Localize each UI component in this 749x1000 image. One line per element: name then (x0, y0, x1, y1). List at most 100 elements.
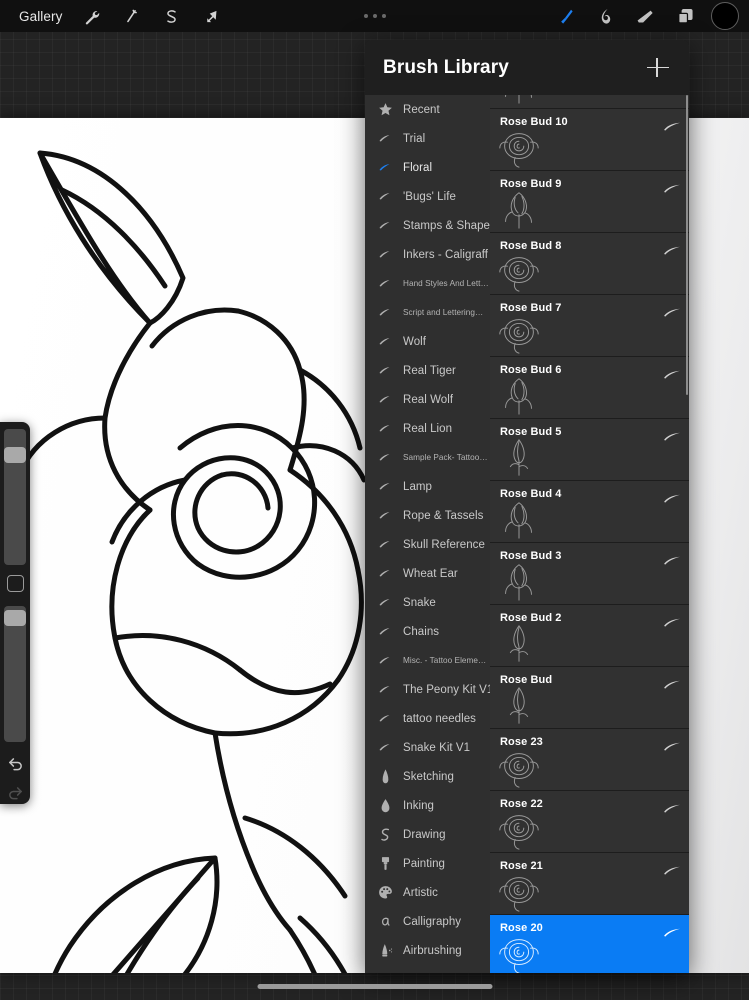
top-toolbar: Gallery (0, 0, 749, 32)
brush-set-label: Snake (403, 596, 436, 609)
brush-set-item-the-peony-kit-v1[interactable]: The Peony Kit V1 (365, 675, 490, 704)
brush-set-item-real-tiger[interactable]: Real Tiger (365, 356, 490, 385)
toolbar-left-group: Gallery (0, 1, 231, 31)
brush-preview-stroke-icon (663, 180, 681, 193)
brush-item[interactable]: Rose Bud 6 (490, 357, 689, 419)
brush-item[interactable]: Rose Bud 5 (490, 419, 689, 481)
brush-name: Rose 20 (500, 922, 543, 934)
brush-set-item-artistic[interactable]: Artistic (365, 878, 490, 907)
brush-set-item-bugs-life[interactable]: 'Bugs' Life (365, 182, 490, 211)
brush-set-item-inkers-caligraff[interactable]: Inkers - Caligraff (365, 240, 490, 269)
brushstroke-icon (375, 652, 395, 669)
brush-set-item-script-and-lettering[interactable]: Script and Lettering… (365, 298, 490, 327)
brush-item[interactable]: Rose Bud 3 (490, 543, 689, 605)
brush-item[interactable]: Rose Bud (490, 667, 689, 729)
brush-list-scrollbar[interactable] (686, 95, 688, 395)
brush-item[interactable]: Rose Bud 4 (490, 481, 689, 543)
brush-name: Rose Bud 9 (500, 178, 562, 190)
brush-set-item-painting[interactable]: Painting (365, 849, 490, 878)
brush-preview-stroke-icon (663, 738, 681, 751)
brush-set-item-wheat-ear[interactable]: Wheat Ear (365, 559, 490, 588)
brush-set-label: Hand Styles And Lett… (403, 279, 489, 288)
gallery-button[interactable]: Gallery (10, 6, 71, 27)
brush-set-item-snake[interactable]: Snake (365, 588, 490, 617)
brush-set-item-drawing[interactable]: Drawing (365, 820, 490, 849)
brush-preview-stroke-icon (663, 490, 681, 503)
magic-wand-adjustments-icon[interactable] (111, 1, 151, 31)
brush-set-list[interactable]: Recent Trial Floral 'Bugs' Life Stamps & Sha… (365, 95, 490, 973)
brush-item[interactable]: Rose Bud 7 (490, 295, 689, 357)
brushstroke-icon (375, 188, 395, 205)
brush-set-item-airbrushing[interactable]: Airbrushing (365, 936, 490, 965)
brush-set-label: Inking (403, 799, 434, 812)
brush-set-item-textures[interactable]: Textures (365, 965, 490, 973)
brush-set-item-snake-kit-v1[interactable]: Snake Kit V1 (365, 733, 490, 762)
brush-set-item-tattoo-needles[interactable]: tattoo needles (365, 704, 490, 733)
brushstroke-icon (375, 275, 395, 292)
brush-size-slider[interactable] (4, 429, 26, 565)
brush-opacity-slider[interactable] (4, 605, 26, 742)
brush-set-label: Sketching (403, 770, 454, 783)
selection-s-icon[interactable] (151, 1, 191, 31)
brush-set-item-skull-reference[interactable]: Skull Reference (365, 530, 490, 559)
brush-set-item-sample-pack-tattoo[interactable]: Sample Pack- Tattoo… (365, 443, 490, 472)
brush-set-label: Wolf (403, 335, 426, 348)
eraser-icon[interactable] (625, 1, 665, 31)
brush-set-item-lamp[interactable]: Lamp (365, 472, 490, 501)
brush-opacity-knob[interactable] (4, 609, 26, 626)
brush-size-knob[interactable] (4, 447, 26, 463)
brush-set-item-real-wolf[interactable]: Real Wolf (365, 385, 490, 414)
brush-thumbnail (496, 558, 542, 604)
add-brush-set-button[interactable] (645, 55, 671, 81)
brush-set-item-inking[interactable]: Inking (365, 791, 490, 820)
brush-set-label: Inkers - Caligraff (403, 248, 489, 261)
brush-set-item-real-lion[interactable]: Real Lion (365, 414, 490, 443)
brushstroke-icon (375, 362, 395, 379)
brush-set-label: Lamp (403, 480, 432, 493)
brush-item[interactable]: Rose Bud 2 (490, 605, 689, 667)
brush-set-item-trial[interactable]: Trial (365, 124, 490, 153)
paint-brush-flat-icon (375, 855, 395, 872)
wrench-actions-icon[interactable] (71, 1, 111, 31)
brush-set-item-rope-tassels[interactable]: Rope & Tassels (365, 501, 490, 530)
brushstroke-icon (375, 681, 395, 698)
brush-thumbnail (496, 496, 542, 542)
brush-item-partial[interactable] (490, 95, 689, 109)
brush-set-item-wolf[interactable]: Wolf (365, 327, 490, 356)
brush-set-item-stamps-shapes[interactable]: Stamps & Shapes (365, 211, 490, 240)
brush-set-label: Real Wolf (403, 393, 454, 406)
brush-set-item-hand-styles-and-lett[interactable]: Hand Styles And Lett… (365, 269, 490, 298)
modify-square-button[interactable] (6, 574, 24, 592)
brush-set-item-misc-tattoo-eleme[interactable]: Misc. - Tattoo Eleme… (365, 646, 490, 675)
brush-set-item-recent[interactable]: Recent (365, 95, 490, 124)
brush-item-list[interactable]: Rose Bud 10 Rose Bud 9 Rose Bud 8 Rose Bud … (490, 95, 689, 973)
paintbrush-icon[interactable] (545, 1, 585, 31)
brush-set-label: Calligraphy (403, 915, 462, 928)
layers-icon[interactable] (665, 1, 705, 31)
brush-preview-stroke-icon (663, 242, 681, 255)
redo-icon[interactable] (3, 779, 27, 804)
brush-item[interactable]: Rose 21 (490, 853, 689, 915)
brush-name: Rose Bud 6 (500, 364, 562, 376)
brush-item[interactable]: Rose Bud 8 (490, 233, 689, 295)
brush-set-label: Wheat Ear (403, 567, 458, 580)
smudge-icon[interactable] (585, 1, 625, 31)
brush-item[interactable]: Rose 20 (490, 915, 689, 973)
brush-item[interactable]: Rose Bud 10 (490, 109, 689, 171)
brush-item[interactable]: Rose Bud 9 (490, 171, 689, 233)
brush-thumbnail (496, 682, 542, 728)
undo-icon[interactable] (3, 750, 27, 775)
transform-arrow-icon[interactable] (191, 1, 231, 31)
brush-set-item-chains[interactable]: Chains (365, 617, 490, 646)
brush-set-label: Misc. - Tattoo Eleme… (403, 656, 487, 665)
brush-item[interactable]: Rose 23 (490, 729, 689, 791)
brush-set-item-sketching[interactable]: Sketching (365, 762, 490, 791)
brush-set-item-calligraphy[interactable]: Calligraphy (365, 907, 490, 936)
brush-library-header: Brush Library (365, 40, 689, 95)
brush-set-item-floral[interactable]: Floral (365, 153, 490, 182)
brushstroke-icon (375, 594, 395, 611)
brush-item[interactable]: Rose 22 (490, 791, 689, 853)
brush-library-body: Recent Trial Floral 'Bugs' Life Stamps & Sha… (365, 95, 689, 973)
brush-set-label: Real Lion (403, 422, 453, 435)
color-swatch-button[interactable] (711, 2, 739, 30)
